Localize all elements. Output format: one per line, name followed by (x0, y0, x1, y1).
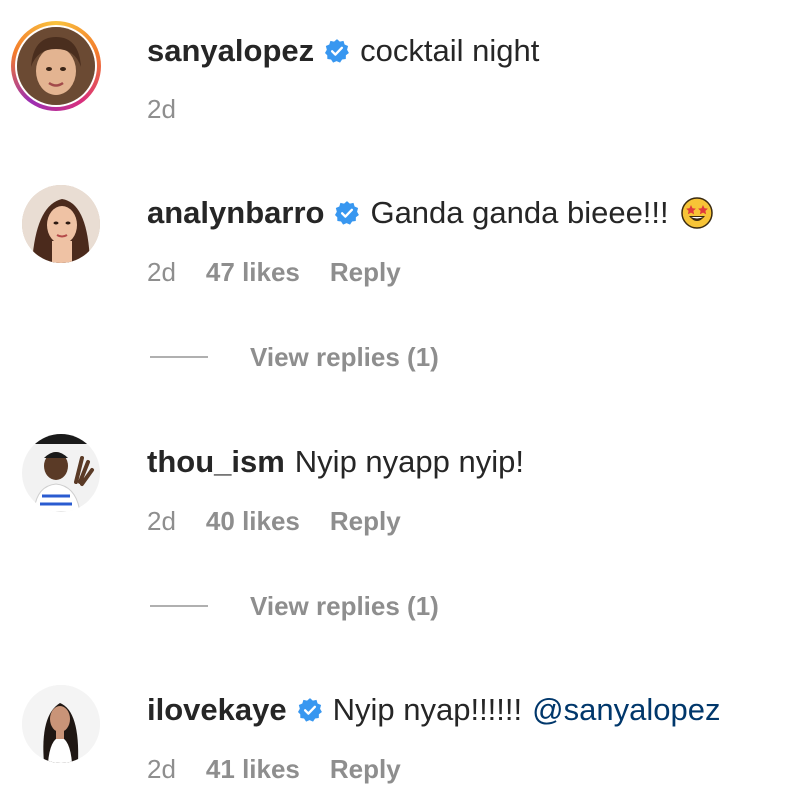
divider (150, 356, 208, 358)
caption-row: sanyalopez cocktail night 2d (0, 0, 800, 140)
comment-row: ilovekaye Nyip nyap!!!!!! @sanyalopez 2d… (0, 650, 800, 805)
comment-username[interactable]: thou_ism (147, 442, 285, 482)
caption-timestamp: 2d (147, 94, 176, 124)
comment-username[interactable]: ilovekaye (147, 690, 287, 730)
comment-row: thou_ism Nyip nyapp nyip! 2d 40 likes Re… (0, 400, 800, 640)
caption-username[interactable]: sanyalopez (147, 31, 314, 71)
verified-badge-icon (324, 38, 350, 64)
comment-likes[interactable]: 40 likes (206, 506, 300, 536)
view-replies-button[interactable]: View replies (1) (150, 342, 439, 372)
comment-timestamp: 2d (147, 754, 176, 784)
comment-username[interactable]: analynbarro (147, 193, 324, 233)
comment-text: Nyip nyap!!!!!! (332, 692, 523, 727)
comment-timestamp: 2d (147, 257, 176, 287)
view-replies-button[interactable]: View replies (1) (150, 591, 439, 621)
comment-timestamp: 2d (147, 506, 176, 536)
comment-text: Ganda ganda bieee!!! (370, 195, 669, 230)
mention-link[interactable]: @sanyalopez (532, 690, 720, 730)
story-ring[interactable] (11, 21, 101, 111)
view-replies-label: View replies (1) (250, 342, 439, 372)
comment-text: Nyip nyapp nyip! (294, 444, 524, 479)
divider (150, 605, 208, 607)
reply-button[interactable]: Reply (330, 506, 401, 536)
avatar-sanyalopez[interactable] (17, 27, 95, 105)
verified-badge-icon (297, 697, 323, 723)
star-struck-emoji-icon (680, 197, 713, 229)
comment-likes[interactable]: 47 likes (206, 257, 300, 287)
caption-text: cocktail night (360, 33, 540, 68)
avatar-analynbarro[interactable] (22, 185, 100, 263)
avatar-thou_ism[interactable] (22, 434, 100, 512)
reply-button[interactable]: Reply (330, 754, 401, 784)
comment-row: analynbarro Ganda ganda bieee!!! 2d 47 l… (0, 150, 800, 390)
comment-likes[interactable]: 41 likes (206, 754, 300, 784)
view-replies-label: View replies (1) (250, 591, 439, 621)
verified-badge-icon (334, 200, 360, 226)
reply-button[interactable]: Reply (330, 257, 401, 287)
avatar-ilovekaye[interactable] (22, 685, 100, 763)
